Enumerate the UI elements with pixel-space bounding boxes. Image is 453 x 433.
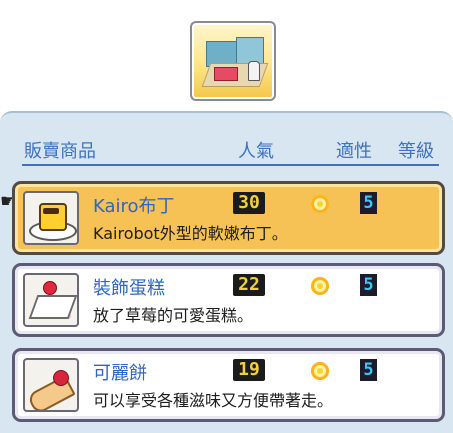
aptitude-circle-icon xyxy=(311,362,329,380)
popularity-value: 19 xyxy=(233,359,265,381)
aptitude-circle-icon xyxy=(311,277,329,295)
cake-icon xyxy=(23,273,79,327)
list-item-cake[interactable]: 裝飾蛋糕 放了草莓的可愛蛋糕。 22 5 xyxy=(12,263,445,337)
item-name: Kairo布丁 xyxy=(93,196,175,217)
item-description: 放了草莓的可愛蛋糕。 xyxy=(93,306,254,325)
item-name: 可麗餅 xyxy=(93,363,147,384)
header-popularity: 人氣 xyxy=(238,141,274,162)
pudding-icon xyxy=(23,191,79,245)
crepe-icon xyxy=(23,358,79,412)
popularity-value: 30 xyxy=(233,192,265,214)
level-value: 5 xyxy=(360,274,377,296)
level-value: 5 xyxy=(360,192,377,214)
header-aptitude: 適性 xyxy=(336,141,372,162)
popularity-value: 22 xyxy=(233,274,265,296)
shop-room-icon xyxy=(190,21,276,101)
item-description: 可以享受各種滋味又方便帶著走。 xyxy=(93,391,334,410)
item-description: Kairobot外型的軟嫩布丁。 xyxy=(93,224,288,243)
level-value: 5 xyxy=(360,359,377,381)
item-name: 裝飾蛋糕 xyxy=(93,278,165,299)
room-counter xyxy=(214,67,238,81)
header-level: 等級 xyxy=(398,141,434,162)
aptitude-circle-icon xyxy=(311,195,329,213)
list-item-pudding[interactable]: Kairo布丁 Kairobot外型的軟嫩布丁。 30 5 xyxy=(12,181,445,255)
list-item-crepe[interactable]: 可麗餅 可以享受各種滋味又方便帶著走。 19 5 xyxy=(12,348,445,422)
header-divider xyxy=(22,164,439,166)
room-chef xyxy=(248,61,260,81)
header-item: 販賣商品 xyxy=(24,141,96,162)
